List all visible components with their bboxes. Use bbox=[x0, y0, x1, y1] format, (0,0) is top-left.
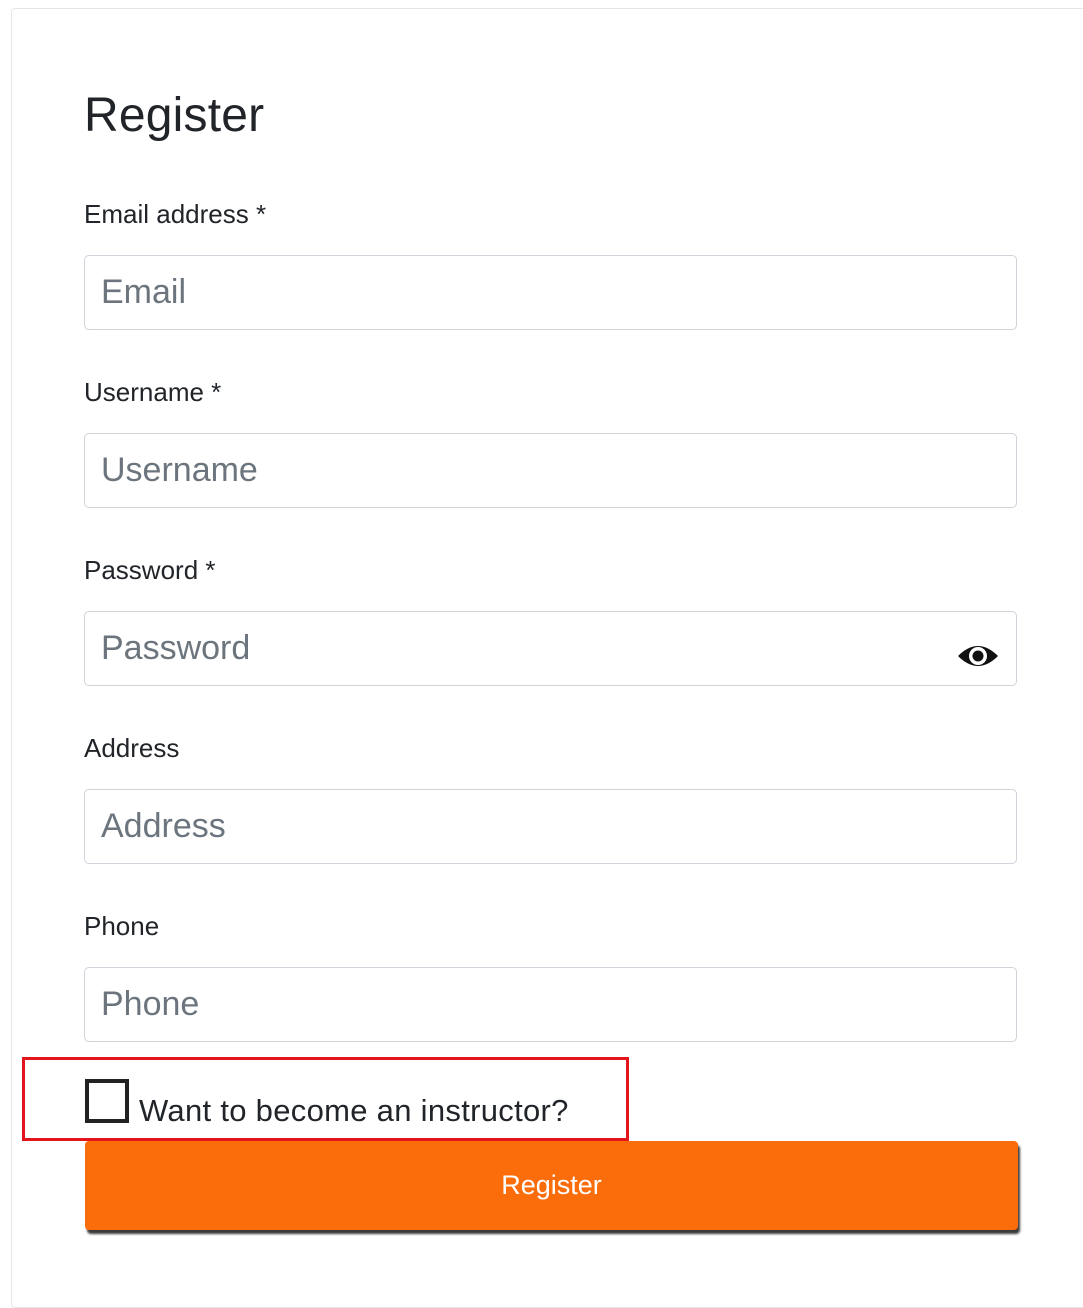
address-field[interactable] bbox=[84, 789, 1017, 864]
phone-label: Phone bbox=[84, 911, 160, 941]
page-title: Register bbox=[84, 89, 265, 142]
phone-field[interactable] bbox=[84, 967, 1017, 1042]
eye-icon[interactable] bbox=[956, 640, 1000, 672]
instructor-checkbox-label[interactable]: Want to become an instructor? bbox=[139, 1095, 569, 1126]
password-field[interactable] bbox=[84, 611, 1017, 686]
instructor-checkbox[interactable] bbox=[85, 1079, 129, 1123]
email-label: Email address * bbox=[84, 199, 267, 229]
address-label: Address bbox=[84, 733, 180, 763]
eye-icon-graphic bbox=[958, 646, 998, 666]
email-field[interactable] bbox=[84, 255, 1017, 330]
username-field[interactable] bbox=[84, 433, 1017, 508]
register-button[interactable]: Register bbox=[85, 1141, 1018, 1230]
username-label: Username * bbox=[84, 377, 222, 407]
password-label: Password * bbox=[84, 555, 216, 585]
